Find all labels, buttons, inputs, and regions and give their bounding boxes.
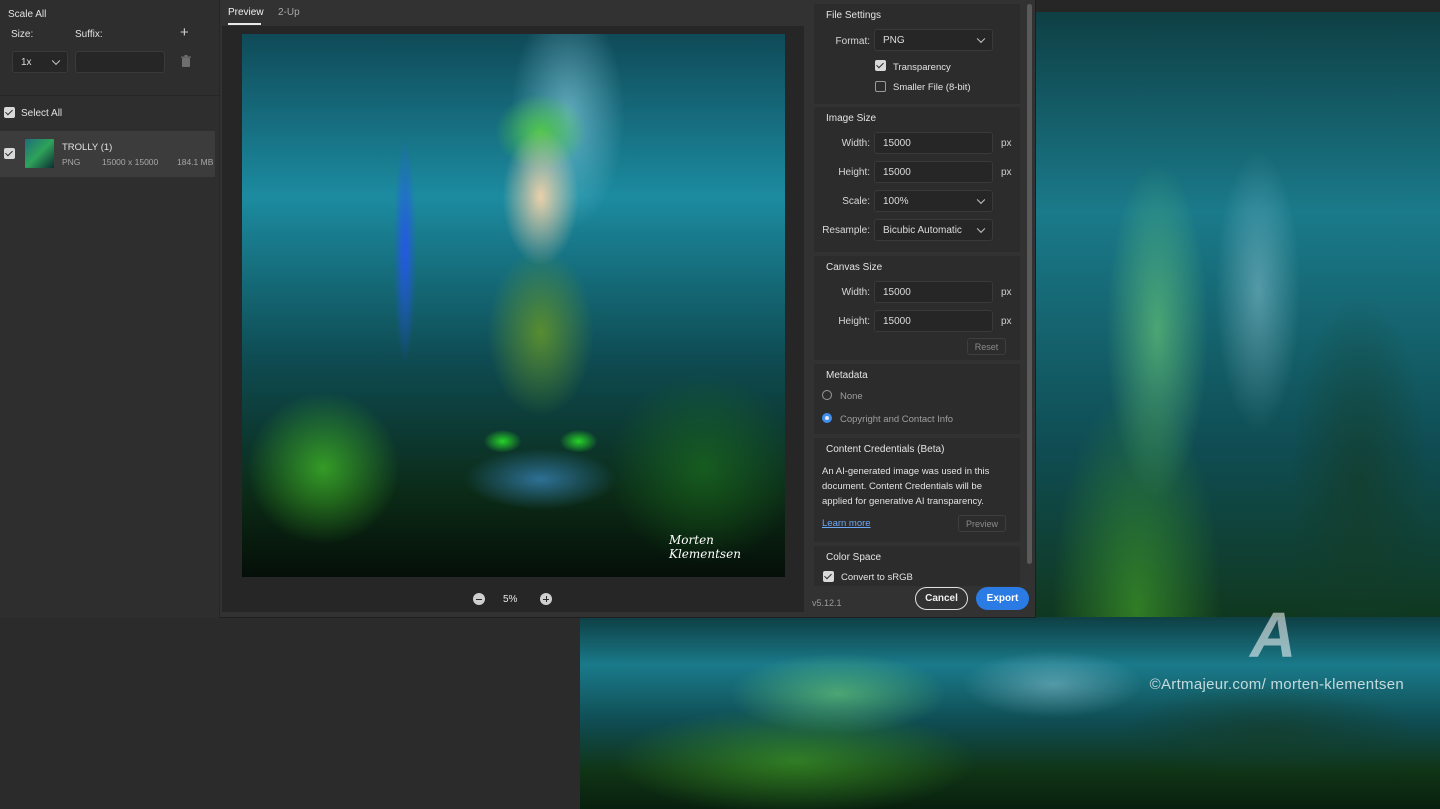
file-dimensions: 15000 x 15000 <box>102 157 159 167</box>
smaller-file-checkbox[interactable] <box>875 81 886 92</box>
metadata-copyright-radio[interactable] <box>822 413 832 423</box>
scale-panel: Scale All Size: Suffix: + 1x Select All … <box>0 0 220 618</box>
canvas-width-input[interactable]: 15000 <box>874 281 993 303</box>
file-format: PNG <box>62 157 81 167</box>
divider <box>0 95 219 96</box>
px-unit: px <box>1001 167 1012 178</box>
background-app-strip <box>1036 0 1440 12</box>
chevron-down-icon <box>976 34 986 44</box>
color-space-title: Color Space <box>826 552 882 563</box>
px-unit: px <box>1001 316 1012 327</box>
canvas-size-title: Canvas Size <box>826 262 883 273</box>
file-settings-section: File Settings Format: PNG Transparency S… <box>814 4 1020 104</box>
metadata-copyright-label: Copyright and Contact Info <box>840 414 954 425</box>
smaller-file-label: Smaller File (8-bit) <box>893 82 971 93</box>
convert-srgb-checkbox[interactable] <box>823 571 834 582</box>
canvas-size-section: Canvas Size Width: 15000 px Height: 1500… <box>814 256 1020 360</box>
content-credentials-body: An AI-generated image was used in this d… <box>822 466 990 507</box>
canvas-height-input[interactable]: 15000 <box>874 310 993 332</box>
trash-icon[interactable] <box>180 55 192 71</box>
file-list-item[interactable]: TROLLY (1) PNG 15000 x 15000 184.1 MB <box>0 131 215 177</box>
file-checkbox[interactable] <box>4 148 15 159</box>
suffix-input[interactable] <box>75 51 165 73</box>
metadata-none-radio[interactable] <box>822 390 832 400</box>
px-unit: px <box>1001 287 1012 298</box>
content-credentials-title: Content Credentials (Beta) <box>826 444 945 455</box>
canvas-height-label: Height: <box>838 316 870 327</box>
select-all-checkbox[interactable] <box>4 107 15 118</box>
metadata-title: Metadata <box>826 370 868 381</box>
file-settings-title: File Settings <box>826 10 882 21</box>
resample-label: Resample: <box>822 225 870 236</box>
scale-all-header: Scale All <box>8 9 47 20</box>
file-size: 184.1 MB <box>177 157 214 167</box>
canvas-width-label: Width: <box>841 287 870 298</box>
content-credentials-section: Content Credentials (Beta) An AI-generat… <box>814 438 1020 542</box>
size-dropdown[interactable]: 1x <box>12 51 68 73</box>
reset-button[interactable]: Reset <box>967 338 1006 355</box>
settings-scrollbar[interactable] <box>1027 4 1032 564</box>
size-dropdown-value: 1x <box>21 56 32 68</box>
suffix-label: Suffix: <box>75 29 103 40</box>
tab-preview[interactable]: Preview <box>228 7 264 18</box>
export-button[interactable]: Export <box>976 587 1029 610</box>
width-label: Width: <box>841 138 870 149</box>
file-thumbnail <box>25 139 54 168</box>
image-size-section: Image Size Width: 15000 px Height: 15000… <box>814 107 1020 252</box>
chevron-down-icon <box>976 224 986 234</box>
color-space-section: Color Space Convert to sRGB <box>814 546 1020 586</box>
convert-srgb-label: Convert to sRGB <box>841 572 913 583</box>
select-all-label: Select All <box>21 108 63 119</box>
learn-more-link[interactable]: Learn more <box>822 518 871 529</box>
zoom-out-icon[interactable] <box>473 593 485 605</box>
transparency-checkbox[interactable] <box>875 60 886 71</box>
transparency-label: Transparency <box>893 62 951 73</box>
px-unit: px <box>1001 138 1012 149</box>
format-value: PNG <box>883 34 905 46</box>
file-name: TROLLY (1) <box>62 142 113 153</box>
size-label: Size: <box>11 29 34 40</box>
scale-dropdown[interactable]: 100% <box>874 190 993 212</box>
height-label: Height: <box>838 167 870 178</box>
zoom-level: 5% <box>503 594 518 605</box>
tab-2-up[interactable]: 2-Up <box>278 7 300 18</box>
credentials-preview-button[interactable]: Preview <box>958 515 1006 532</box>
version-label: v5.12.1 <box>812 598 842 608</box>
metadata-none-label: None <box>840 391 863 402</box>
settings-panel: File Settings Format: PNG Transparency S… <box>810 0 1026 618</box>
export-as-dialog: Scale All Size: Suffix: + 1x Select All … <box>0 0 1036 618</box>
zoom-in-icon[interactable] <box>540 593 552 605</box>
preview-image: Morten Klementsen <box>242 34 785 577</box>
image-height-input[interactable]: 15000 <box>874 161 993 183</box>
resample-value: Bicubic Automatic <box>883 224 962 236</box>
scale-label: Scale: <box>842 196 870 207</box>
image-size-title: Image Size <box>826 113 877 124</box>
chevron-down-icon <box>976 195 986 205</box>
watermark-text: ©Artmajeur.com/ morten-klementsen <box>1149 676 1404 693</box>
add-scale-icon[interactable]: + <box>180 25 189 40</box>
format-dropdown[interactable]: PNG <box>874 29 993 51</box>
watermark-logo: A <box>1250 599 1297 671</box>
cancel-button[interactable]: Cancel <box>915 587 968 610</box>
image-width-input[interactable]: 15000 <box>874 132 993 154</box>
metadata-section: Metadata None Copyright and Contact Info <box>814 364 1020 434</box>
artist-signature: Morten Klementsen <box>669 533 741 561</box>
scale-value: 100% <box>883 195 909 207</box>
resample-dropdown[interactable]: Bicubic Automatic <box>874 219 993 241</box>
active-tab-indicator <box>228 23 261 25</box>
chevron-down-icon <box>51 56 61 66</box>
format-label: Format: <box>835 36 870 47</box>
